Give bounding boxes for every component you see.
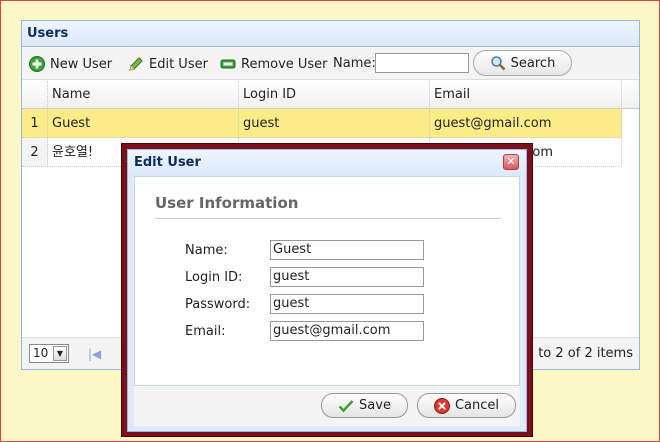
page-size-value: 10	[33, 346, 49, 360]
page-size-select[interactable]: 10 ▼	[29, 344, 69, 363]
panel-title: Users	[22, 21, 639, 47]
email-field[interactable]: guest@gmail.com	[270, 321, 424, 341]
chevron-down-icon: ▼	[53, 346, 67, 361]
remove-user-button[interactable]: Remove User	[220, 48, 328, 80]
minus-icon	[220, 59, 236, 69]
pager-info: 1 to 2 of 2 items	[525, 346, 633, 361]
cell-login-id: guest	[239, 109, 430, 138]
email-field-label: Email:	[185, 324, 226, 339]
cancel-button[interactable]: Cancel	[417, 393, 516, 418]
name-filter-input[interactable]	[375, 53, 469, 73]
new-user-label: New User	[50, 56, 113, 72]
cell-name: Guest	[48, 109, 239, 138]
row-number: 1	[22, 109, 48, 138]
rownum-header	[22, 81, 48, 109]
search-label: Search	[510, 55, 556, 71]
column-header-name[interactable]: Name	[48, 81, 239, 109]
cell-email: guest@gmail.com	[430, 109, 622, 138]
remove-user-label: Remove User	[241, 56, 328, 72]
login-id-field[interactable]: guest	[270, 267, 424, 287]
toolbar: New User Edit User Remove User Name: Sea…	[22, 48, 639, 80]
first-page-icon[interactable]: |◀	[88, 347, 101, 361]
dialog-title: Edit User	[134, 155, 201, 170]
save-label: Save	[359, 398, 391, 413]
magnifier-icon	[490, 56, 506, 71]
edit-user-label: Edit User	[149, 56, 208, 72]
name-field[interactable]: Guest	[270, 240, 424, 260]
row-number: 2	[22, 138, 48, 167]
edit-user-dialog: Edit User ✕ User Information Name: Guest…	[127, 149, 527, 432]
login-id-field-label: Login ID:	[185, 270, 243, 285]
check-icon	[338, 399, 354, 412]
plus-icon	[29, 56, 45, 72]
new-user-button[interactable]: New User	[29, 48, 112, 80]
section-divider	[155, 218, 501, 219]
dialog-footer: Save Cancel	[134, 386, 520, 426]
password-field-label: Password:	[185, 297, 251, 312]
close-icon[interactable]: ✕	[503, 154, 519, 170]
name-field-label: Name:	[185, 243, 228, 258]
dialog-header: Edit User ✕	[128, 150, 526, 175]
grid-header: Name Login ID Email	[22, 81, 639, 109]
search-button[interactable]: Search	[473, 50, 572, 76]
column-header-email[interactable]: Email	[430, 81, 622, 109]
column-header-login-id[interactable]: Login ID	[239, 81, 430, 109]
name-filter-label: Name:	[333, 56, 376, 71]
dialog-body: User Information Name: Guest Login ID: g…	[134, 176, 520, 386]
cancel-label: Cancel	[454, 398, 500, 413]
edit-user-button[interactable]: Edit User	[128, 48, 208, 80]
save-button[interactable]: Save	[321, 393, 408, 418]
section-title: User Information	[155, 194, 299, 212]
password-field[interactable]: guest	[270, 294, 424, 314]
table-row[interactable]: 1 Guest guest guest@gmail.com	[22, 109, 639, 138]
pencil-icon	[129, 57, 143, 71]
cancel-x-icon	[433, 397, 450, 414]
